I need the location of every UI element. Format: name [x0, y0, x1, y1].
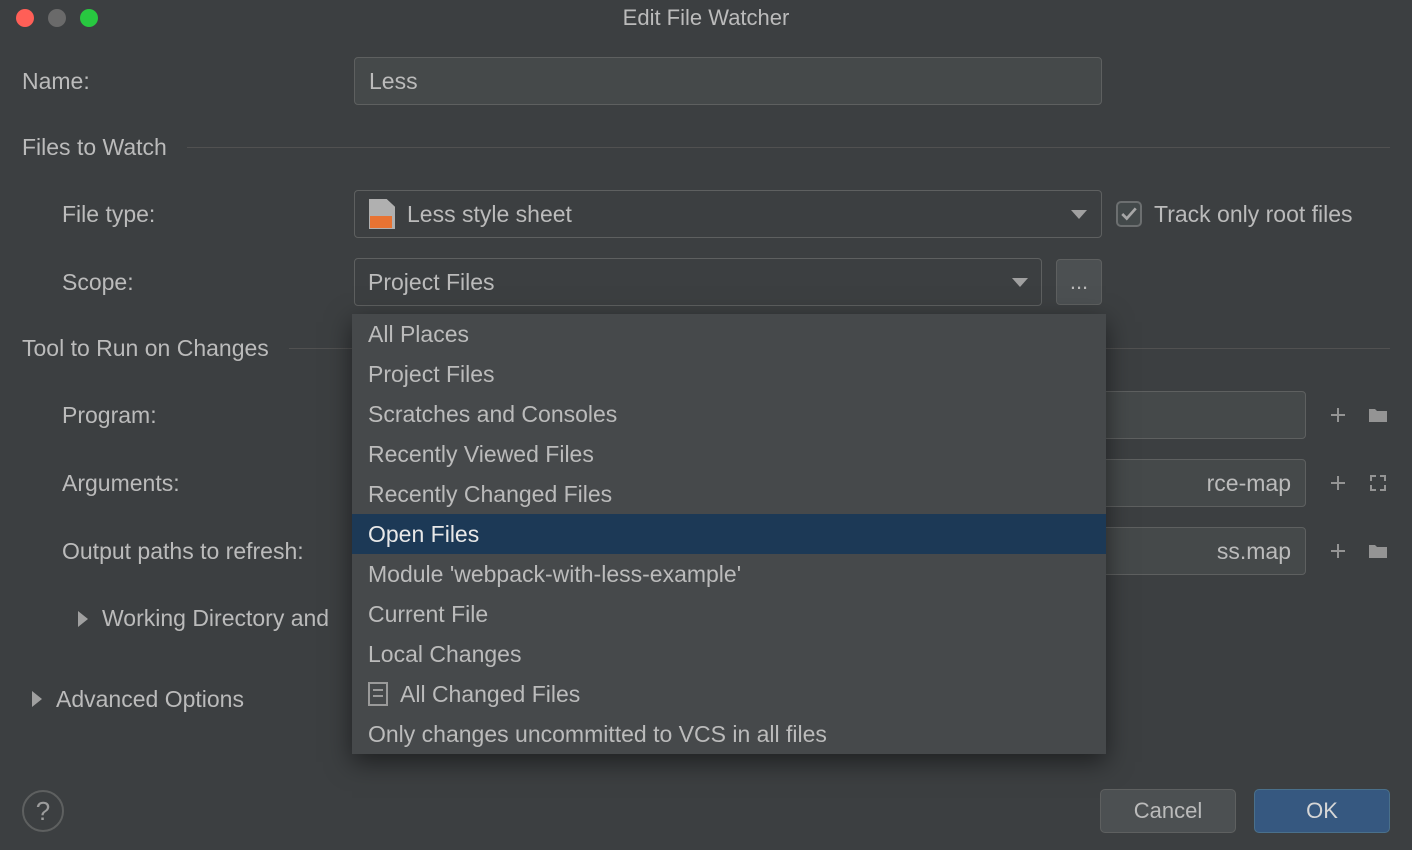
advanced-options-label: Advanced Options	[56, 686, 244, 713]
scope-option[interactable]: Module 'webpack-with-less-example'	[352, 554, 1106, 594]
working-directory-expander[interactable]: Working Directory and	[78, 605, 329, 632]
scope-option[interactable]: All Places	[352, 314, 1106, 354]
scope-option-label: Recently Viewed Files	[368, 441, 594, 468]
scope-option[interactable]: Open Files	[352, 514, 1106, 554]
dialog-footer: ? Cancel OK	[0, 772, 1412, 850]
file-type-row: File type: Less style sheet Track only r…	[22, 189, 1390, 239]
expand-icon[interactable]	[1366, 471, 1390, 495]
scope-option-label: Current File	[368, 601, 488, 628]
file-type-label: File type:	[22, 201, 354, 228]
scope-option-label: All Changed Files	[400, 681, 580, 708]
insert-macro-icon[interactable]	[1326, 403, 1350, 427]
file-type-dropdown[interactable]: Less style sheet	[354, 190, 1102, 238]
scope-option-label: Module 'webpack-with-less-example'	[368, 561, 741, 588]
scope-option-label: Scratches and Consoles	[368, 401, 617, 428]
section-title: Tool to Run on Changes	[22, 335, 269, 362]
help-button[interactable]: ?	[22, 790, 64, 832]
scope-option-label: Only changes uncommitted to VCS in all f…	[368, 721, 827, 748]
name-value: Less	[369, 68, 418, 95]
scope-dropdown[interactable]: Project Files	[354, 258, 1042, 306]
scope-group-header: Local Changes	[352, 634, 1106, 674]
scope-option[interactable]: Project Files	[352, 354, 1106, 394]
section-divider	[187, 147, 1390, 148]
document-icon	[368, 682, 388, 706]
titlebar: Edit File Watcher	[0, 0, 1412, 36]
section-title: Files to Watch	[22, 134, 167, 161]
scope-option-label: Project Files	[368, 361, 495, 388]
triangle-right-icon	[78, 611, 88, 627]
minimize-window-button[interactable]	[48, 9, 66, 27]
scope-option[interactable]: Scratches and Consoles	[352, 394, 1106, 434]
cancel-label: Cancel	[1134, 798, 1202, 824]
scope-option-label: Local Changes	[368, 641, 521, 668]
scope-option-label: Open Files	[368, 521, 479, 548]
maximize-window-button[interactable]	[80, 9, 98, 27]
triangle-right-icon	[32, 691, 42, 707]
track-only-root-checkbox[interactable]: Track only root files	[1116, 201, 1353, 228]
scope-dropdown-popup[interactable]: All Places Project Files Scratches and Con…	[352, 314, 1106, 754]
advanced-options-expander[interactable]: Advanced Options	[22, 686, 244, 713]
cancel-button[interactable]: Cancel	[1100, 789, 1236, 833]
name-input[interactable]: Less	[354, 57, 1102, 105]
ok-button[interactable]: OK	[1254, 789, 1390, 833]
name-label: Name:	[22, 68, 354, 95]
scope-option[interactable]: All Changed Files	[352, 674, 1106, 714]
window-controls	[16, 9, 98, 27]
scope-browse-button[interactable]: ...	[1056, 259, 1102, 305]
chevron-down-icon	[1012, 278, 1028, 287]
scope-option[interactable]: Current File	[352, 594, 1106, 634]
name-row: Name: Less	[22, 56, 1390, 106]
arguments-value-tail: rce-map	[1207, 470, 1291, 497]
section-files-to-watch: Files to Watch	[22, 134, 1390, 161]
scope-option[interactable]: Recently Changed Files	[352, 474, 1106, 514]
scope-option[interactable]: Recently Viewed Files	[352, 434, 1106, 474]
file-type-value: Less style sheet	[407, 201, 1059, 228]
output-paths-label: Output paths to refresh:	[22, 538, 354, 565]
insert-macro-icon[interactable]	[1326, 539, 1350, 563]
scope-option-label: Recently Changed Files	[368, 481, 612, 508]
output-paths-value-tail: ss.map	[1217, 538, 1291, 565]
scope-row: Scope: Project Files ...	[22, 257, 1390, 307]
browse-folder-icon[interactable]	[1366, 539, 1390, 563]
working-directory-label: Working Directory and	[102, 605, 329, 632]
browse-folder-icon[interactable]	[1366, 403, 1390, 427]
window-title: Edit File Watcher	[0, 5, 1412, 31]
arguments-label: Arguments:	[22, 470, 354, 497]
checkbox-box	[1116, 201, 1142, 227]
less-file-icon	[369, 199, 395, 229]
scope-label: Scope:	[22, 269, 354, 296]
insert-macro-icon[interactable]	[1326, 471, 1350, 495]
program-label: Program:	[22, 402, 354, 429]
track-only-root-label: Track only root files	[1154, 201, 1353, 228]
close-window-button[interactable]	[16, 9, 34, 27]
ellipsis-icon: ...	[1070, 269, 1088, 295]
scope-option-label: All Places	[368, 321, 469, 348]
ok-label: OK	[1306, 798, 1338, 824]
scope-value: Project Files	[368, 269, 1000, 296]
scope-option[interactable]: Only changes uncommitted to VCS in all f…	[352, 714, 1106, 754]
chevron-down-icon	[1071, 210, 1087, 219]
